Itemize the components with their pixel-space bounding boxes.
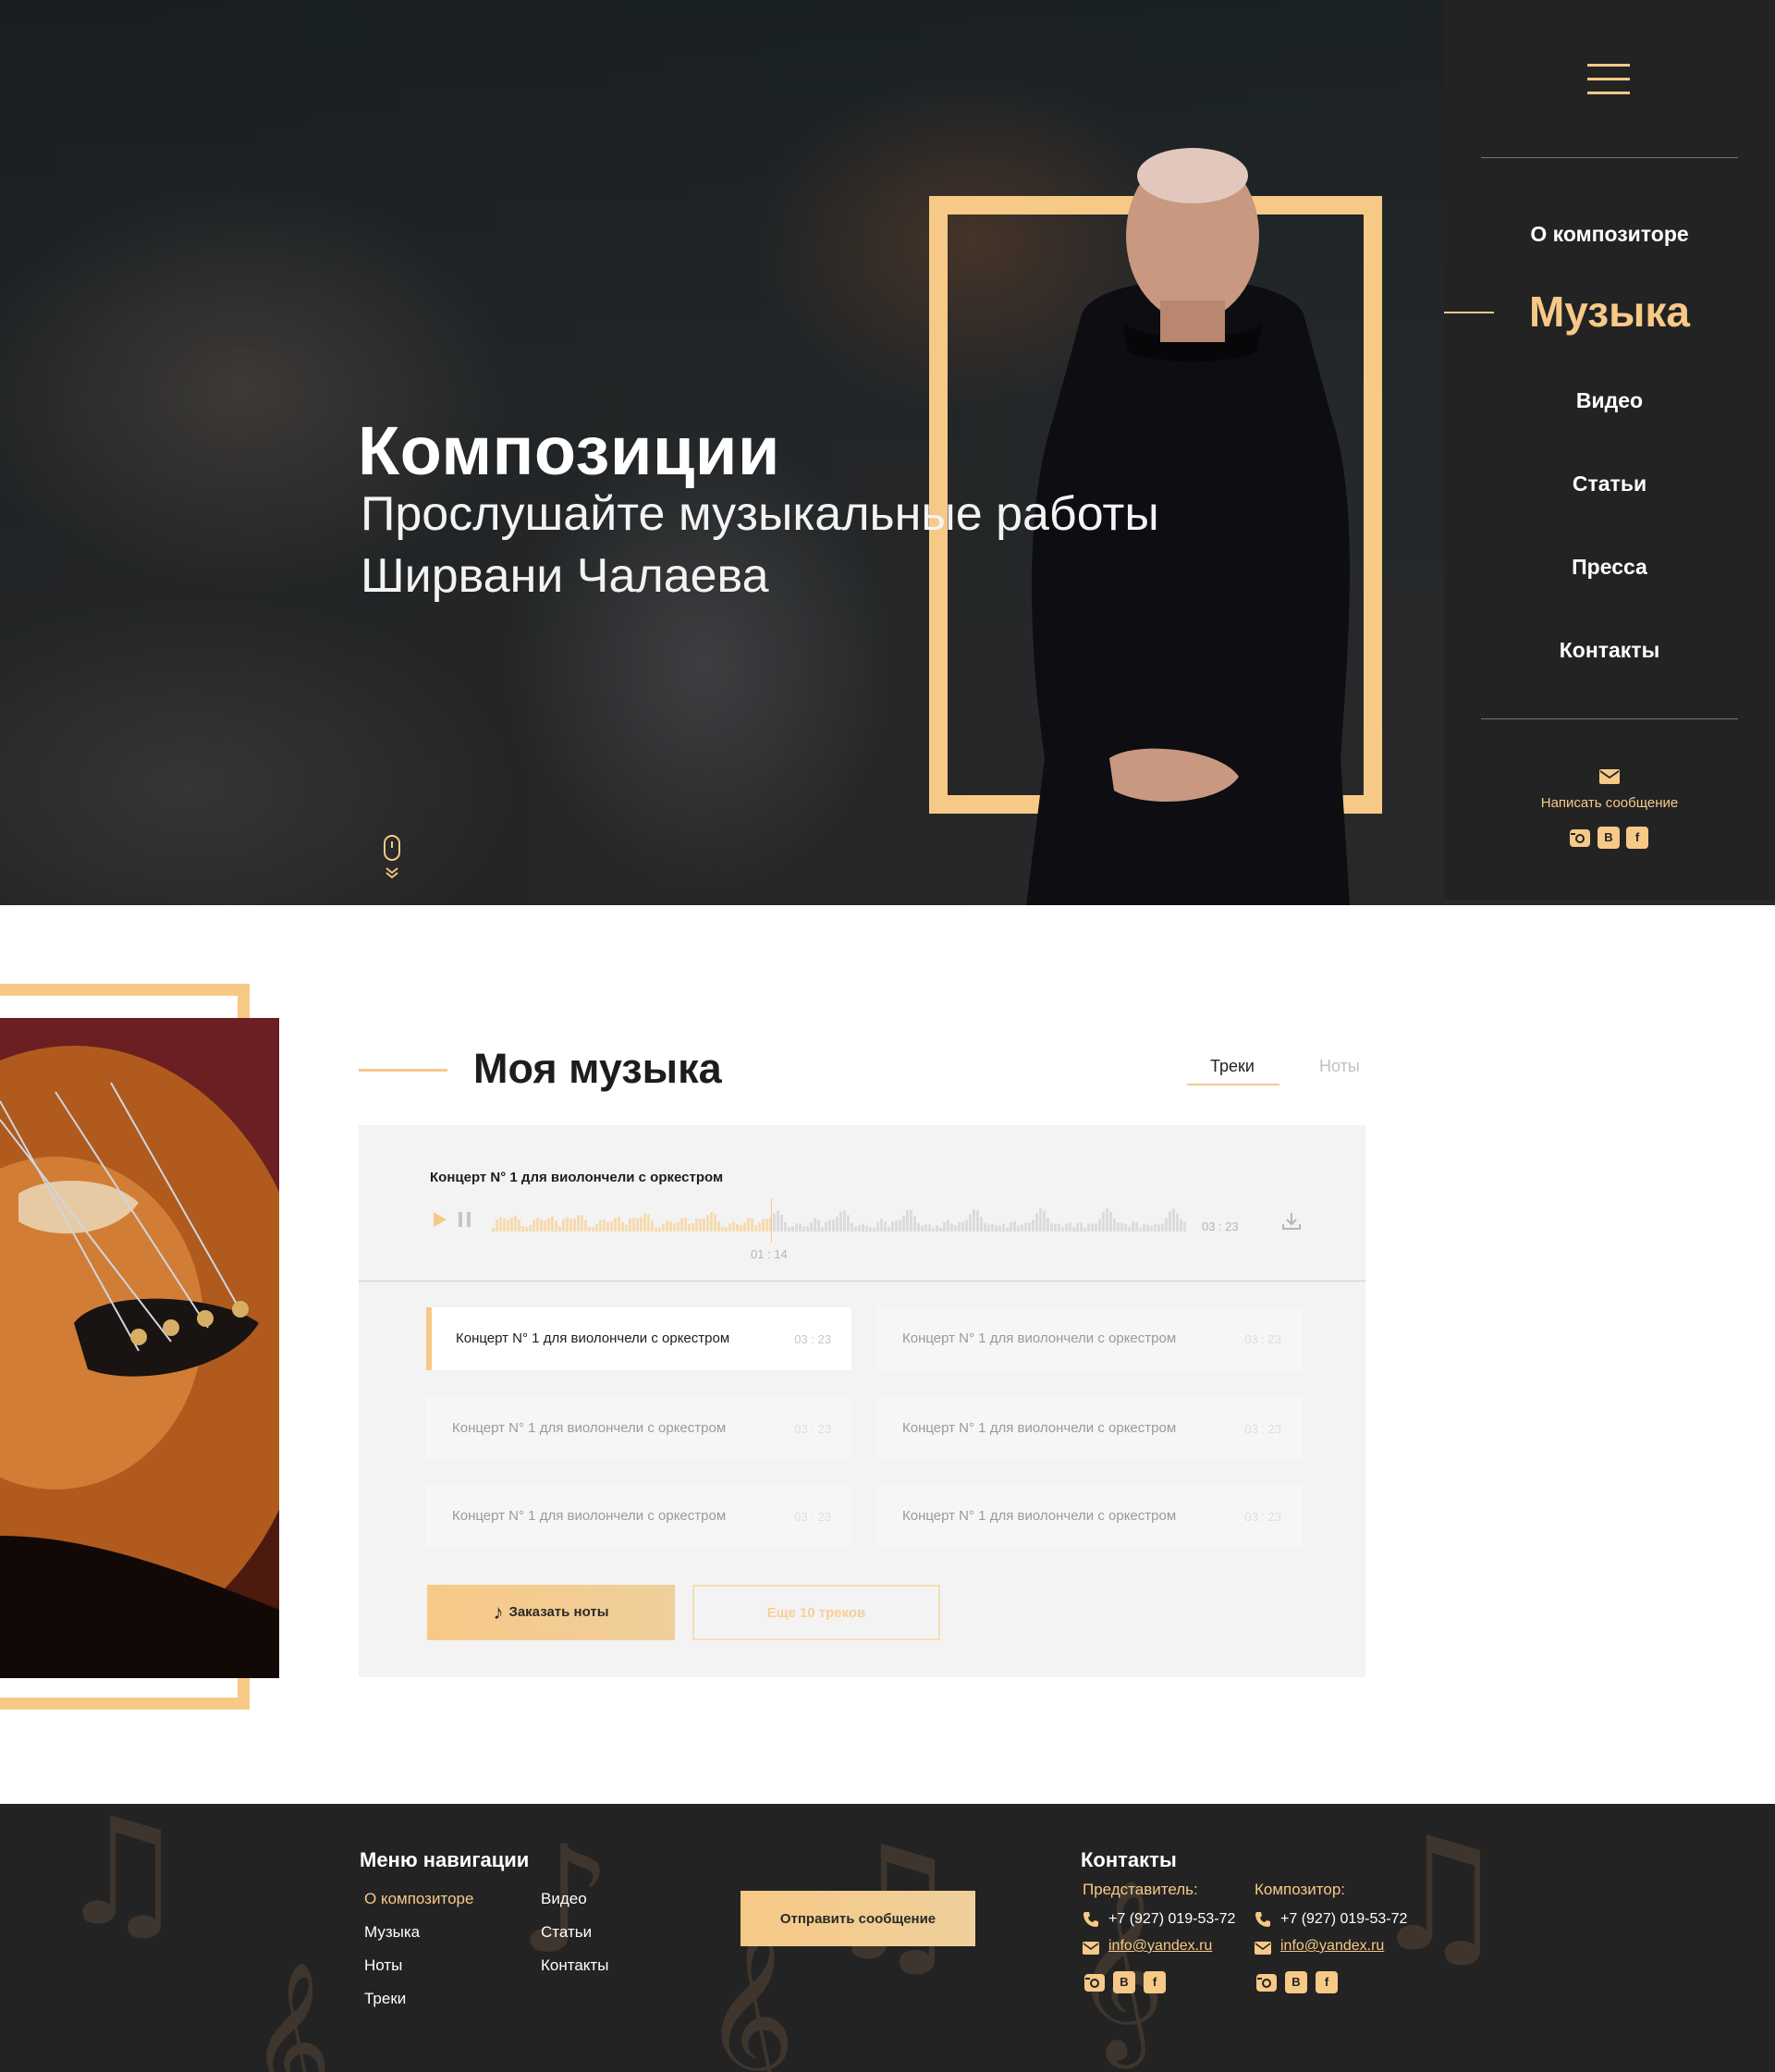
tab-active-underline	[1187, 1084, 1279, 1085]
footer-link-notes[interactable]: Ноты	[364, 1956, 402, 1975]
nav-item-press[interactable]: Пресса	[1444, 555, 1775, 580]
track-item[interactable]: Концерт N° 1 для виолончели с оркестром …	[426, 1397, 851, 1460]
phone-icon	[1255, 1912, 1270, 1927]
divider	[1481, 157, 1738, 158]
music-note-icon: ♪	[493, 1600, 504, 1624]
music-note-decor: ♫	[55, 1804, 189, 1958]
facebook-icon[interactable]: f	[1626, 827, 1648, 849]
page: Композиции Прослушайте музыкальные работ…	[0, 0, 1775, 2072]
instagram-icon[interactable]	[1255, 1971, 1278, 1993]
treble-clef-decor: 𝄞	[703, 1924, 796, 2072]
track-duration: 03 : 23	[1244, 1510, 1281, 1524]
track-duration: 03 : 23	[1244, 1332, 1281, 1346]
track-duration: 03 : 23	[794, 1422, 831, 1436]
envelope-icon	[1255, 1942, 1271, 1955]
track-item[interactable]: Концерт N° 1 для виолончели с оркестром …	[876, 1485, 1302, 1548]
envelope-icon[interactable]	[1599, 769, 1620, 784]
write-message-link[interactable]: Написать сообщение	[1444, 795, 1775, 811]
menu-burger-icon[interactable]	[1587, 64, 1630, 97]
footer-menu-title: Меню навигации	[360, 1848, 530, 1871]
track-item[interactable]: Концерт N° 1 для виолончели с оркестром …	[876, 1397, 1302, 1460]
composer-phone[interactable]: +7 (927) 019-53-72	[1280, 1911, 1407, 1928]
playhead-marker	[771, 1198, 772, 1243]
play-icon[interactable]	[432, 1211, 448, 1228]
footer-link-video[interactable]: Видео	[541, 1890, 587, 1908]
track-title: Концерт N° 1 для виолончели с оркестром	[902, 1420, 1177, 1436]
chevron-down-icon[interactable]	[383, 866, 401, 879]
order-notes-button[interactable]: ♪ Заказать ноты	[427, 1585, 675, 1640]
nav-item-video[interactable]: Видео	[1444, 388, 1775, 413]
composer-label: Композитор:	[1255, 1881, 1346, 1898]
divider	[1481, 718, 1738, 719]
track-item[interactable]: Концерт N° 1 для виолончели с оркестром …	[426, 1307, 851, 1370]
vk-icon[interactable]: В	[1113, 1971, 1135, 1993]
hero-title: Композиции	[358, 412, 780, 489]
tab-notes[interactable]: Ноты	[1319, 1057, 1360, 1076]
waveform-progress[interactable]	[492, 1198, 1187, 1232]
footer-link-about[interactable]: О композиторе	[364, 1890, 473, 1908]
section-title: Моя музыка	[473, 1045, 722, 1092]
total-time: 03 : 23	[1202, 1220, 1239, 1233]
nav-item-articles[interactable]: Статьи	[1444, 472, 1775, 497]
treble-clef-decor: 𝄞	[1072, 1878, 1166, 2061]
footer-link-articles[interactable]: Статьи	[541, 1923, 592, 1942]
composer-email[interactable]: info@yandex.ru	[1280, 1938, 1384, 1955]
representative-phone[interactable]: +7 (927) 019-53-72	[1108, 1911, 1235, 1928]
more-tracks-button[interactable]: Еще 10 треков	[692, 1585, 940, 1640]
vk-icon[interactable]: В	[1598, 827, 1620, 849]
instagram-icon[interactable]	[1083, 1971, 1106, 1993]
track-title: Концерт N° 1 для виолончели с оркестром	[902, 1330, 1177, 1346]
footer-contacts-title: Контакты	[1081, 1848, 1177, 1871]
representative-email[interactable]: info@yandex.ru	[1108, 1938, 1212, 1955]
track-title: Концерт N° 1 для виолончели с оркестром	[452, 1420, 727, 1436]
representative-label: Представитель:	[1083, 1881, 1198, 1898]
pause-icon[interactable]	[458, 1211, 472, 1228]
track-duration: 03 : 23	[1244, 1422, 1281, 1436]
facebook-icon[interactable]: f	[1316, 1971, 1338, 1993]
vk-icon[interactable]: В	[1285, 1971, 1307, 1993]
now-playing-title: Концерт N° 1 для виолончели с оркестром	[430, 1170, 724, 1185]
treble-clef-decor: 𝄞	[250, 1961, 332, 2072]
nav-item-contacts[interactable]: Контакты	[1444, 638, 1775, 663]
footer-link-contacts[interactable]: Контакты	[541, 1956, 608, 1975]
hero-subtitle: Прослушайте музыкальные работы Ширвани Ч…	[361, 487, 1159, 603]
nav-item-about[interactable]: О композиторе	[1444, 222, 1775, 247]
download-icon[interactable]	[1281, 1211, 1302, 1232]
track-duration: 03 : 23	[794, 1332, 831, 1346]
envelope-icon	[1083, 1942, 1099, 1955]
footer-link-music[interactable]: Музыка	[364, 1923, 420, 1942]
phone-icon	[1083, 1912, 1098, 1927]
footer-link-tracks[interactable]: Треки	[364, 1990, 406, 2008]
violin-image	[0, 1018, 279, 1678]
sidebar: О композиторе Музыка Видео Статьи Пресса…	[1444, 0, 1775, 900]
track-item[interactable]: Концерт N° 1 для виолончели с оркестром …	[426, 1485, 851, 1548]
track-title: Концерт N° 1 для виолончели с оркестром	[456, 1330, 730, 1346]
tab-tracks[interactable]: Треки	[1210, 1057, 1255, 1076]
section-dash	[359, 1069, 447, 1072]
track-item[interactable]: Концерт N° 1 для виолончели с оркестром …	[876, 1307, 1302, 1370]
instagram-icon[interactable]	[1569, 827, 1591, 849]
track-duration: 03 : 23	[794, 1510, 831, 1524]
music-note-decor: ♫	[1368, 1804, 1510, 1987]
nav-item-music[interactable]: Музыка	[1444, 287, 1775, 337]
facebook-icon[interactable]: f	[1144, 1971, 1166, 1993]
track-title: Концерт N° 1 для виолончели с оркестром	[902, 1508, 1177, 1524]
current-time: 01 : 14	[751, 1247, 788, 1261]
scroll-mouse-icon[interactable]	[384, 835, 400, 861]
track-title: Концерт N° 1 для виолончели с оркестром	[452, 1508, 727, 1524]
send-message-button[interactable]: Отправить сообщение	[741, 1891, 975, 1946]
